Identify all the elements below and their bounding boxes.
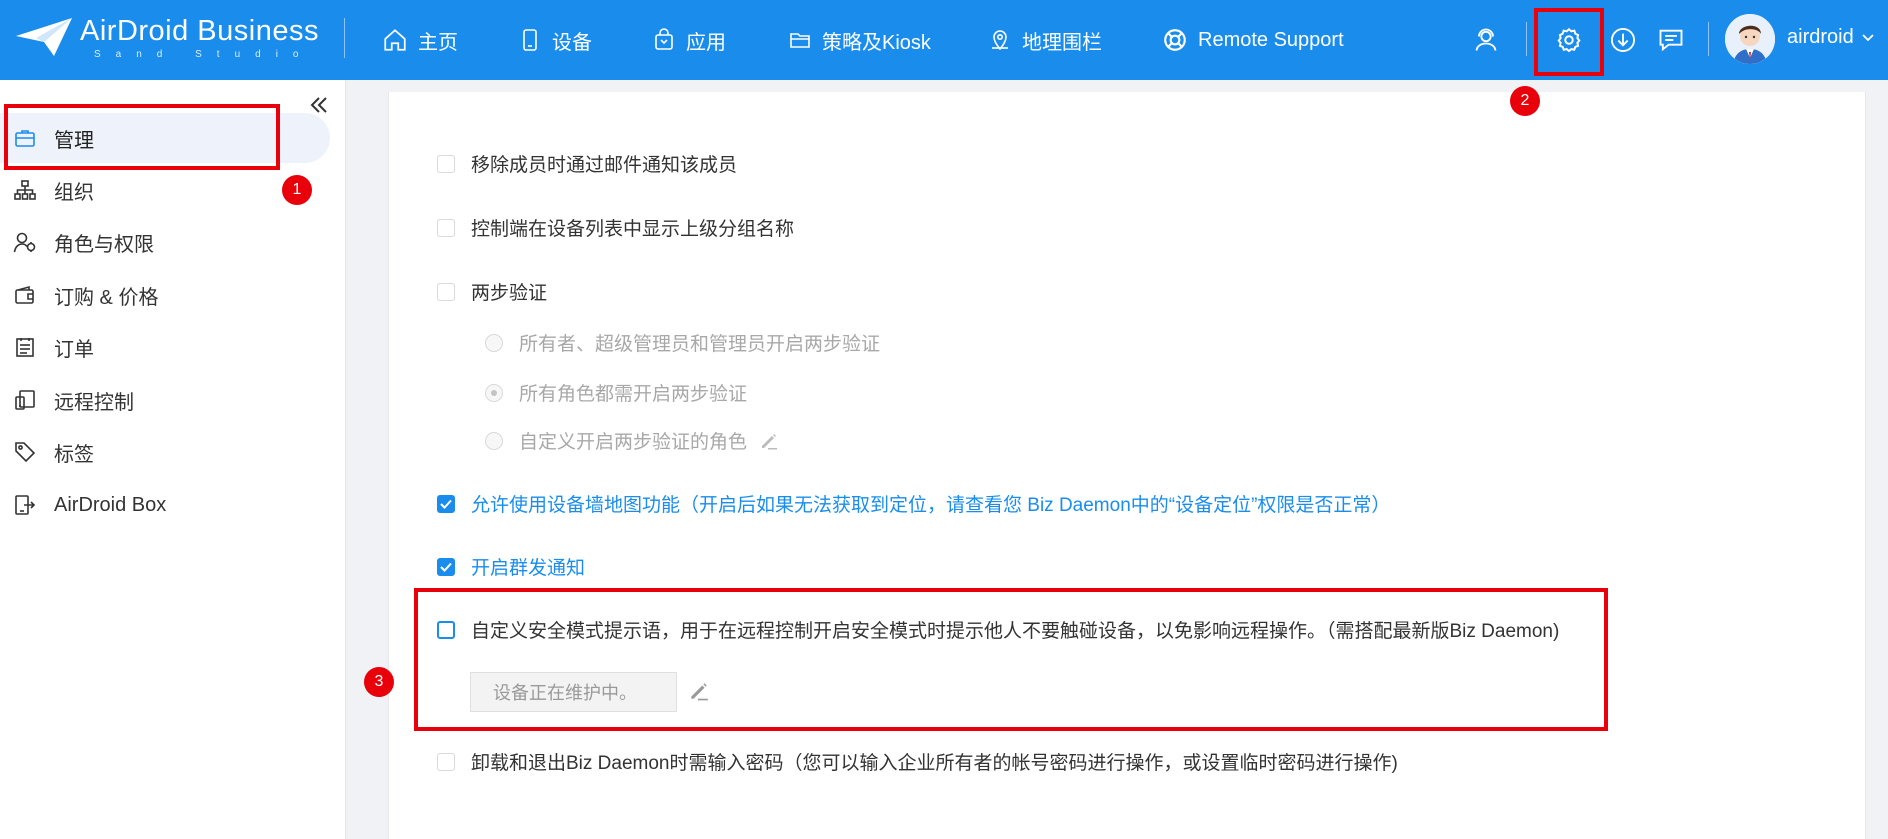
two-step-option-custom-radio[interactable] <box>485 431 503 450</box>
nav-remote-support-label: Remote Support <box>1198 28 1344 51</box>
nav-remote-support[interactable]: Remote Support <box>1162 0 1344 80</box>
chevron-down-icon <box>1862 34 1874 41</box>
username: airdroid <box>1787 26 1854 48</box>
annotation-badge-1: 1 <box>282 175 312 205</box>
lifebuoy-icon <box>1164 29 1186 51</box>
messages-button[interactable] <box>1653 22 1689 58</box>
app-bag-icon <box>655 28 673 50</box>
sidebar-item-roles[interactable]: 角色与权限 <box>0 217 330 267</box>
two-step-option-custom[interactable]: 自定义开启两步验证的角色 <box>485 427 779 454</box>
sidebar-item-orders[interactable]: 订单 <box>0 322 330 372</box>
nav-policy-kiosk-label: 策略及Kiosk <box>822 31 931 54</box>
setting-two-step[interactable]: 两步验证 <box>437 278 547 305</box>
double-chevron-left-icon <box>310 97 327 113</box>
nav-devices-label: 设备 <box>552 31 592 54</box>
sidebar-item-label: 角色与权限 <box>54 233 154 256</box>
two-step-checkbox[interactable] <box>437 282 455 301</box>
nav-geofence[interactable]: 地理围栏 <box>988 0 1102 80</box>
nav-apps[interactable]: 应用 <box>652 0 726 80</box>
nav-policy-kiosk[interactable]: 策略及Kiosk <box>788 0 931 80</box>
setting-label: 允许使用设备墙地图功能（开启后如果无法获取到定位，请查看您 Biz Daemon… <box>471 495 1391 516</box>
nav-apps-label: 应用 <box>686 31 726 54</box>
setting-show-parent-group[interactable]: 控制端在设备列表中显示上级分组名称 <box>437 214 794 241</box>
sidebar-item-organization[interactable]: 组织 <box>0 165 330 215</box>
order-list-icon <box>12 334 38 360</box>
option-label: 所有者、超级管理员和管理员开启两步验证 <box>519 334 881 355</box>
user-menu-dropdown[interactable]: airdroid <box>1787 26 1875 49</box>
nav-devices[interactable]: 设备 <box>518 0 592 80</box>
airdroid-box-icon <box>12 492 38 518</box>
setting-label: 卸载和退出Biz Daemon时需输入密码（您可以输入企业所有者的帐号密码进行操… <box>471 753 1398 774</box>
nav-home[interactable]: 主页 <box>382 0 458 80</box>
setting-label: 控制端在设备列表中显示上级分组名称 <box>471 219 795 240</box>
checkmark-icon <box>440 562 452 572</box>
download-circle-icon <box>1610 27 1636 53</box>
header-divider-user <box>1708 22 1709 56</box>
setting-remove-member-notify[interactable]: 移除成员时通过邮件通知该成员 <box>437 150 737 177</box>
two-step-option-admins-radio[interactable] <box>485 333 503 352</box>
airdroid-business-logo[interactable]: AirDroid Business Sand Studio <box>14 14 318 64</box>
sidebar-item-airdroid-box[interactable]: AirDroid Box <box>0 480 330 530</box>
setting-group-notify[interactable]: 开启群发通知 <box>437 553 585 580</box>
sidebar-item-label: AirDroid Box <box>54 493 167 516</box>
sidebar-item-subscription[interactable]: 订购 & 价格 <box>0 270 330 320</box>
logo-subtitle: Sand Studio <box>94 49 314 60</box>
user-avatar-icon <box>1725 14 1775 64</box>
option-label: 自定义开启两步验证的角色 <box>519 432 748 453</box>
sidebar-item-label: 订单 <box>54 338 94 361</box>
show-parent-group-checkbox[interactable] <box>437 218 455 237</box>
sidebar-item-label: 标签 <box>54 443 94 466</box>
logo-title: AirDroid Business <box>80 15 319 47</box>
two-step-option-all-roles-radio[interactable] <box>485 383 503 402</box>
annotation-box-safe-mode <box>414 588 1608 731</box>
download-button[interactable] <box>1605 22 1641 58</box>
sidebar-item-label: 组织 <box>54 181 94 204</box>
two-step-option-admins[interactable]: 所有者、超级管理员和管理员开启两步验证 <box>485 329 880 356</box>
header-divider-right <box>1526 22 1527 56</box>
support-agent-button[interactable] <box>1468 22 1504 58</box>
annotation-box-settings <box>1534 8 1604 76</box>
remove-member-notify-checkbox[interactable] <box>437 154 455 173</box>
option-label: 所有角色都需开启两步验证 <box>519 384 748 405</box>
group-notify-checkbox[interactable] <box>437 557 455 576</box>
headset-user-icon <box>1475 28 1497 51</box>
paper-plane-logo-icon <box>16 18 72 56</box>
phone-icon <box>523 29 537 51</box>
annotation-badge-2: 2 <box>1510 86 1540 116</box>
map-pin-icon <box>992 30 1008 51</box>
remote-control-icon <box>12 387 38 413</box>
setting-uninstall-password[interactable]: 卸载和退出Biz Daemon时需输入密码（您可以输入企业所有者的帐号密码进行操… <box>437 748 1398 775</box>
edit-pencil-icon[interactable] <box>759 431 779 451</box>
org-tree-icon <box>12 177 38 203</box>
top-header: AirDroid Business Sand Studio 主页 设备 应用 策… <box>0 0 1888 80</box>
device-map-checkbox[interactable] <box>437 494 455 513</box>
nav-home-label: 主页 <box>418 31 458 54</box>
setting-label: 两步验证 <box>471 283 548 304</box>
avatar[interactable] <box>1725 14 1775 64</box>
checkmark-icon <box>440 499 452 509</box>
message-icon <box>1659 29 1683 52</box>
annotation-badge-3: 3 <box>364 667 394 697</box>
nav-geofence-label: 地理围栏 <box>1022 31 1102 54</box>
uninstall-password-checkbox[interactable] <box>437 752 455 771</box>
wallet-icon <box>12 282 38 308</box>
home-icon <box>384 29 406 51</box>
setting-label: 移除成员时通过邮件通知该成员 <box>471 155 738 176</box>
sidebar-item-label: 远程控制 <box>54 391 134 414</box>
folder-icon <box>790 33 810 48</box>
two-step-option-all-roles[interactable]: 所有角色都需开启两步验证 <box>485 379 747 406</box>
sidebar-item-label: 订购 & 价格 <box>54 286 159 309</box>
setting-device-map[interactable]: 允许使用设备墙地图功能（开启后如果无法获取到定位，请查看您 Biz Daemon… <box>437 490 1390 517</box>
tag-icon <box>12 439 38 465</box>
user-role-icon <box>12 229 38 255</box>
setting-label: 开启群发通知 <box>471 558 586 579</box>
sidebar-item-tags[interactable]: 标签 <box>0 427 330 477</box>
sidebar-item-remote-control[interactable]: 远程控制 <box>0 375 330 425</box>
annotation-box-management <box>4 104 280 170</box>
header-divider <box>344 18 345 58</box>
